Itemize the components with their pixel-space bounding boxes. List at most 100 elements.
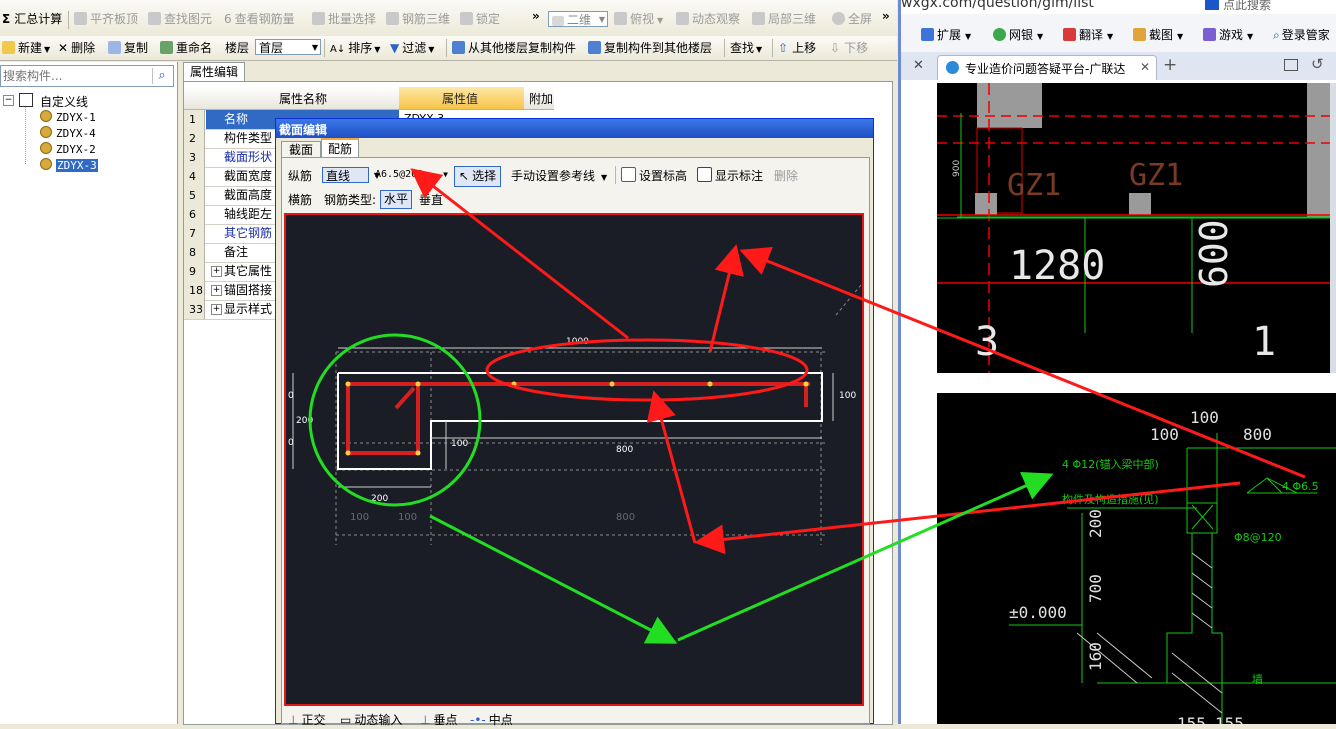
tree-collapse-icon[interactable]: − — [3, 95, 14, 106]
local-3d-button[interactable]: 局部三维 — [752, 11, 816, 27]
copy-to-floor-button[interactable]: 复制构件到其他楼层 — [588, 40, 712, 56]
tab-property-edit[interactable]: 属性编辑 — [183, 62, 245, 81]
cad-dim-700: 700 — [1086, 574, 1105, 603]
translate-button[interactable]: 翻译 ▼ — [1063, 24, 1113, 46]
new-button[interactable]: 新建 ▼ — [2, 40, 50, 56]
tree-root-label[interactable]: 自定义线 — [40, 93, 88, 110]
search-engine-icon[interactable] — [1205, 0, 1219, 10]
dynamic-input-toggle[interactable]: ▭ 动态输入 — [340, 711, 402, 729]
view-mode-select[interactable]: 二维 ▼ — [548, 11, 608, 27]
show-dimension-button[interactable]: 显示标注 — [697, 167, 763, 185]
bank-button[interactable]: 网银 ▼ — [993, 24, 1043, 46]
chevron-down-icon: ▼ — [428, 45, 435, 54]
toolbar-overflow-chevron[interactable]: » — [532, 8, 540, 24]
gear-icon — [40, 158, 52, 170]
col-name-header: 属性名称 — [279, 92, 328, 106]
tab-rebar[interactable]: 配筋 — [321, 138, 359, 159]
chevron-down-icon: ▼ — [443, 170, 448, 179]
toolbar-overflow-chevron-2[interactable]: » — [882, 8, 890, 24]
horizontal-button[interactable]: 水平 — [380, 190, 413, 209]
lock-button[interactable]: 锁定 — [460, 11, 500, 27]
delete-rebar-button[interactable]: 删除 — [774, 167, 798, 185]
custom-line-icon — [19, 93, 33, 107]
batch-select-button[interactable]: 批量选择 — [312, 11, 376, 27]
find-element-button[interactable]: 查找图元 — [148, 11, 212, 27]
cad-text-construct: 构件及构造措施(见) — [1062, 492, 1159, 506]
dynamic-input-icon: ▭ — [340, 713, 352, 727]
new-tab-icon[interactable]: + — [1163, 55, 1177, 75]
browser-toolbar: 扩展 ▼ 网银 ▼ 翻译 ▼ 截图 ▼ 游戏 ▼ ⌕ 登录管家 — [901, 14, 1336, 53]
section-canvas[interactable]: 1000 100 200 0 0 100 800 200 100 100 800 — [284, 213, 864, 706]
dynamic-view-icon — [676, 12, 689, 25]
select-button[interactable]: ↖ 选择 — [454, 166, 502, 187]
close-tab-icon[interactable]: ✕ — [913, 58, 924, 73]
tree-item-zdyx-1[interactable]: ZDYX-1 — [40, 110, 96, 125]
move-up-button[interactable]: ⇧ 上移 — [778, 40, 816, 56]
dim-200-bottom: 200 — [371, 494, 388, 504]
games-button[interactable]: 游戏 ▼ — [1203, 24, 1253, 46]
floor-select[interactable]: 首层 ▼ — [255, 39, 321, 55]
tab-section[interactable]: 截面 — [281, 141, 321, 158]
move-down-button[interactable]: ⇩ 下移 — [830, 40, 868, 56]
cad-label-1: 1 — [1252, 319, 1276, 365]
flat-top-button[interactable]: 平齐板顶 — [74, 11, 138, 27]
filter-button[interactable]: ▼ 过滤 ▼ — [390, 40, 434, 56]
scrollbar-right[interactable] — [1330, 83, 1336, 373]
copy-button[interactable]: 复制 — [108, 40, 148, 56]
col-value-header: 属性值 — [442, 92, 479, 106]
floor-label: 楼层 — [225, 41, 250, 55]
cad-gz1-right: GZ1 — [1129, 158, 1183, 193]
dynamic-view-button[interactable]: 动态观察 — [676, 11, 740, 27]
chevron-down-icon: ▼ — [1107, 32, 1114, 41]
delete-button[interactable]: ✕ 删除 — [58, 40, 95, 56]
rename-icon — [160, 41, 173, 54]
section-edit-dialog: 截面编辑 截面 配筋 纵筋 直线 ▼ A6.5@200 ▼ ↖ 选择 手动设置参考线 ▼… — [275, 118, 874, 727]
perpendicular-toggle[interactable]: ⊥ 垂点 — [420, 711, 457, 729]
screenshot-button[interactable]: 截图 ▼ — [1133, 24, 1183, 46]
manual-ref-line-button[interactable]: 手动设置参考线 ▼ — [511, 167, 607, 185]
chevron-down-icon: ▼ — [1177, 32, 1184, 41]
rebar-3d-button[interactable]: 钢筋三维 — [386, 11, 450, 27]
chevron-down-icon: ▼ — [311, 43, 318, 52]
line-mode-select[interactable]: 直线 ▼ — [322, 167, 380, 183]
orthogonal-toggle[interactable]: ⊥ 正交 — [288, 711, 325, 729]
chevron-down-icon: ▼ — [756, 45, 763, 54]
close-icon[interactable]: ✕ — [1140, 60, 1150, 74]
cad-text-wall: 墙 — [1252, 672, 1263, 686]
sigma-icon: Σ — [2, 12, 11, 26]
tree-item-zdyx-4[interactable]: ZDYX-4 — [40, 126, 96, 141]
search-icon[interactable]: ⌕ — [152, 68, 171, 84]
search-input[interactable] — [1, 67, 153, 84]
browser-tab[interactable]: 专业造价问题答疑平台-广联达 ✕ — [937, 55, 1157, 81]
dim-800-faint: 800 — [616, 512, 635, 523]
dim-100-faint-b: 100 — [398, 512, 417, 523]
undo-icon[interactable]: ↺ — [1311, 55, 1324, 73]
find-button[interactable]: 查找 ▼ — [730, 40, 762, 56]
search-text: 点此搜索 — [1223, 0, 1272, 12]
set-elevation-button[interactable]: 设置标高 — [621, 167, 687, 185]
rebar-spec-input[interactable]: A6.5@200 ▼ — [372, 167, 450, 183]
browser-page: GZ1 GZ1 1280 600 3 1 900 100 100 800 200… — [901, 80, 1336, 724]
fullscreen-button[interactable]: 全屏 — [832, 11, 872, 27]
copy-from-floor-button[interactable]: 从其他楼层复制构件 — [452, 40, 576, 56]
url-text[interactable]: wxgx.com/question/glm/list — [901, 0, 1094, 11]
rename-button[interactable]: 重命名 — [160, 40, 212, 56]
vertical-button[interactable]: 垂直 — [419, 191, 443, 209]
rebar-view-icon: 6 — [224, 12, 232, 26]
top-view-button[interactable]: 俯视 ▼ — [614, 11, 663, 27]
tree-item-zdyx-3[interactable]: ZDYX-3 — [40, 158, 98, 173]
dim-0-a: 0 — [288, 391, 294, 401]
tree-line — [25, 107, 27, 164]
gear-icon — [40, 142, 52, 154]
midpoint-toggle[interactable]: -•- 中点 — [470, 711, 513, 729]
view-rebar-button[interactable]: 6 查看钢筋量 — [224, 11, 295, 27]
dialog-titlebar[interactable]: 截面编辑 — [276, 119, 873, 138]
sort-button[interactable]: A↓ 排序 ▼ — [330, 40, 380, 56]
restore-icon[interactable] — [1284, 59, 1298, 71]
login-manager-button[interactable]: ⌕ 登录管家 — [1273, 24, 1330, 46]
summary-button[interactable]: Σ 汇总计算 — [2, 11, 62, 27]
dim-1000: 1000 — [566, 337, 589, 347]
cad-text-4phi65: 4 Φ6.5 — [1282, 480, 1319, 493]
extension-button[interactable]: 扩展 ▼ — [921, 24, 971, 46]
tree-item-zdyx-2[interactable]: ZDYX-2 — [40, 142, 96, 157]
